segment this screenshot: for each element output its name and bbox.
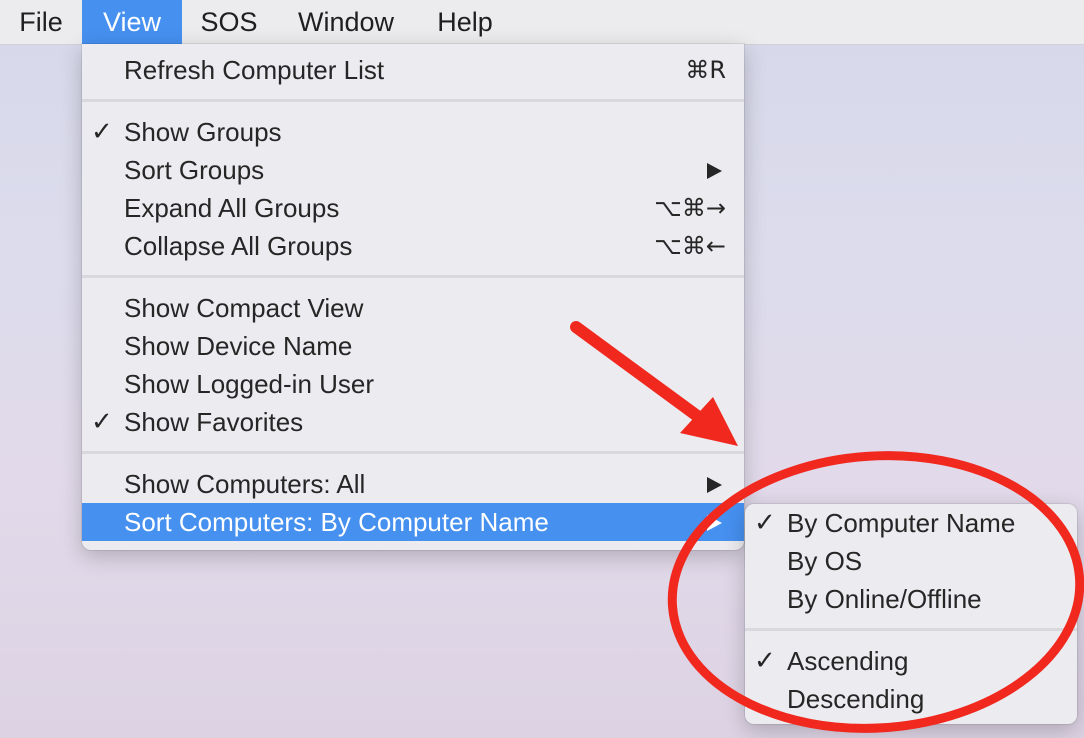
menu-item-collapse-all-groups[interactable]: Collapse All Groups ⌥⌘← [82, 227, 744, 265]
menu-view[interactable]: View [82, 0, 182, 44]
menu-item-label: Expand All Groups [124, 193, 340, 223]
menu-item-show-compact-view[interactable]: Show Compact View [82, 289, 744, 327]
submenu-item-by-os[interactable]: By OS [745, 542, 1077, 580]
menu-item-label: Show Device Name [124, 331, 353, 361]
shortcut-label: ⌥⌘→ [654, 194, 726, 222]
menu-item-label: Sort Groups [124, 155, 265, 185]
menu-item-expand-all-groups[interactable]: Expand All Groups ⌥⌘→ [82, 189, 744, 227]
menu-separator [745, 628, 1077, 631]
menu-item-label: By Computer Name [787, 508, 1016, 538]
checkmark-icon: ✓ [754, 508, 776, 538]
menu-item-label: Sort Computers: By Computer Name [124, 507, 549, 537]
menu-item-refresh-computer-list[interactable]: Refresh Computer List ⌘R [82, 51, 744, 89]
menu-bar: File View SOS Window Help [0, 0, 1084, 45]
menu-window[interactable]: Window [276, 0, 416, 44]
submenu-arrow-icon [707, 163, 722, 179]
menu-separator [82, 99, 744, 102]
menu-item-label: By Online/Offline [787, 584, 982, 614]
menu-item-label: Show Groups [124, 117, 282, 147]
menu-help[interactable]: Help [416, 0, 514, 44]
menu-sos[interactable]: SOS [182, 0, 276, 44]
shortcut-label: ⌘R [685, 56, 726, 84]
menu-item-label: Show Compact View [124, 293, 364, 323]
shortcut-label: ⌥⌘← [654, 232, 726, 260]
menu-item-label: Ascending [787, 646, 909, 676]
submenu-arrow-icon [707, 515, 722, 531]
menu-item-show-favorites[interactable]: ✓ Show Favorites [82, 403, 744, 441]
menu-item-label: Show Favorites [124, 407, 304, 437]
menu-item-show-device-name[interactable]: Show Device Name [82, 327, 744, 365]
menu-item-sort-groups[interactable]: Sort Groups [82, 151, 744, 189]
menu-item-label: Descending [787, 684, 925, 714]
menu-separator [82, 451, 744, 454]
submenu-item-ascending[interactable]: ✓ Ascending [745, 642, 1077, 680]
menu-item-label: Refresh Computer List [124, 55, 385, 85]
menu-item-sort-computers[interactable]: Sort Computers: By Computer Name [82, 503, 744, 541]
checkmark-icon: ✓ [91, 117, 113, 147]
view-menu: Refresh Computer List ⌘R ✓ Show Groups S… [82, 44, 744, 550]
submenu-item-by-computer-name[interactable]: ✓ By Computer Name [745, 504, 1077, 542]
checkmark-icon: ✓ [91, 407, 113, 437]
menu-item-show-logged-in-user[interactable]: Show Logged-in User [82, 365, 744, 403]
submenu-item-descending[interactable]: Descending [745, 680, 1077, 718]
submenu-item-by-online-offline[interactable]: By Online/Offline [745, 580, 1077, 618]
menu-item-show-groups[interactable]: ✓ Show Groups [82, 113, 744, 151]
sort-computers-submenu: ✓ By Computer Name By OS By Online/Offli… [745, 504, 1077, 724]
menu-item-show-computers[interactable]: Show Computers: All [82, 465, 744, 503]
menu-item-label: Show Computers: All [124, 469, 366, 499]
menu-item-label: Show Logged-in User [124, 369, 375, 399]
menu-item-label: By OS [787, 546, 863, 576]
menu-separator [82, 275, 744, 278]
menu-item-label: Collapse All Groups [124, 231, 353, 261]
submenu-arrow-icon [707, 477, 722, 493]
checkmark-icon: ✓ [754, 646, 776, 676]
menu-file[interactable]: File [0, 0, 82, 44]
